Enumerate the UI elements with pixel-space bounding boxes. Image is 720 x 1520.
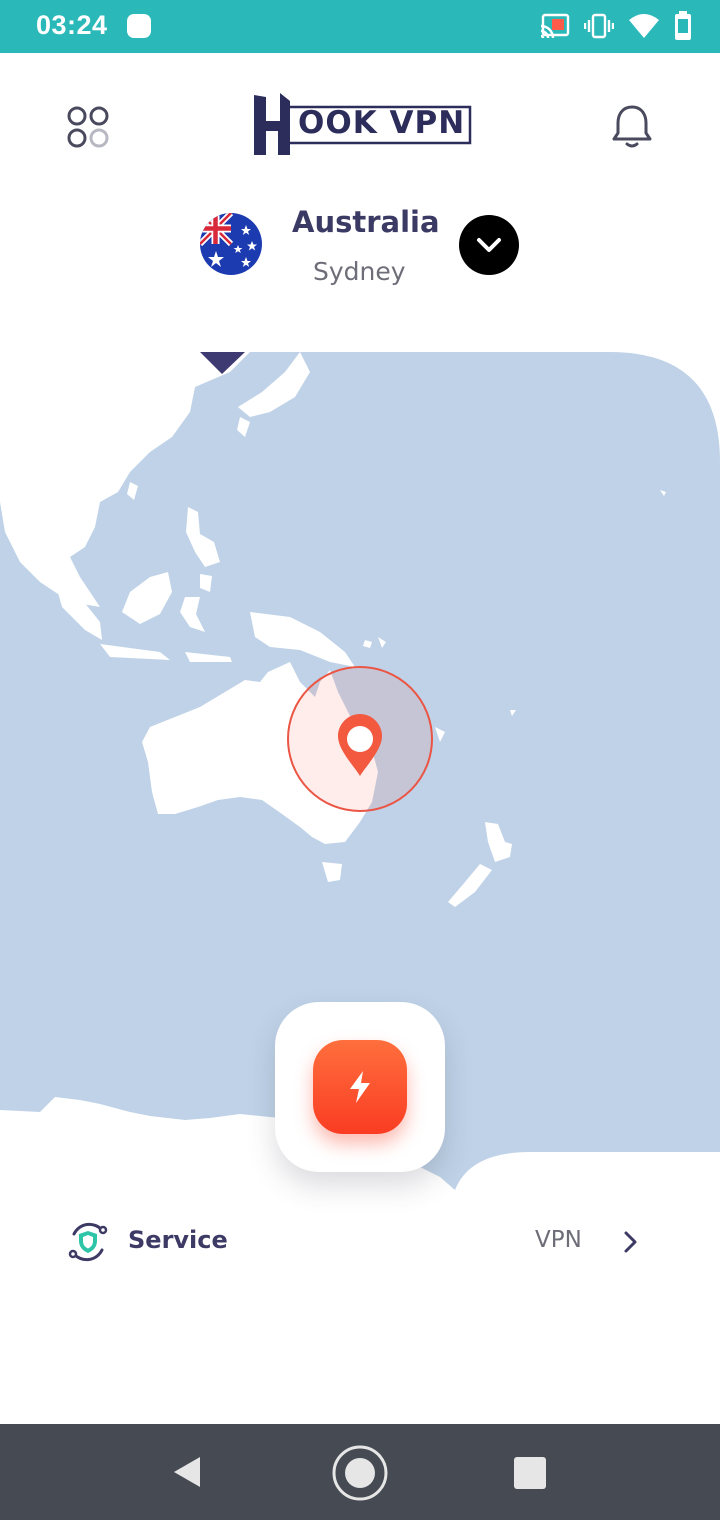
status-time: 03:24 (36, 10, 108, 40)
status-bar: 03:24 (0, 0, 720, 53)
cast-icon (540, 13, 570, 39)
header: OOK VPN (0, 53, 720, 203)
country-name: Australia (292, 205, 440, 239)
home-icon[interactable] (331, 1444, 389, 1502)
apps-menu-icon[interactable] (66, 105, 110, 149)
bell-icon[interactable] (610, 101, 654, 151)
city-name: Sydney (313, 257, 406, 286)
connect-card (275, 1002, 445, 1172)
lightning-bolt-icon (350, 1071, 370, 1103)
vibrate-icon (584, 13, 614, 39)
connect-button[interactable] (313, 1040, 407, 1134)
screen: 03:24 OOK VPN Australia Sydney Service V… (0, 0, 720, 1520)
system-nav-bar (0, 1424, 720, 1520)
chevron-right-icon (624, 1231, 637, 1253)
app-logo: OOK VPN (246, 91, 474, 159)
service-row[interactable]: Service VPN (0, 1210, 720, 1276)
status-icons (540, 10, 692, 42)
wifi-icon (629, 14, 659, 38)
service-label: Service (128, 1226, 228, 1254)
location-dropdown-button[interactable] (459, 215, 519, 275)
location-selector[interactable]: Australia Sydney (200, 205, 530, 305)
service-shield-icon (68, 1222, 108, 1262)
back-icon[interactable] (170, 1454, 206, 1490)
status-notification-icon (127, 14, 151, 38)
logo-text: OOK VPN (298, 105, 466, 141)
service-value: VPN (535, 1227, 582, 1253)
chevron-down-icon (477, 238, 501, 252)
recents-icon[interactable] (514, 1457, 546, 1489)
australia-flag-icon (200, 213, 262, 275)
battery-icon (675, 11, 691, 40)
